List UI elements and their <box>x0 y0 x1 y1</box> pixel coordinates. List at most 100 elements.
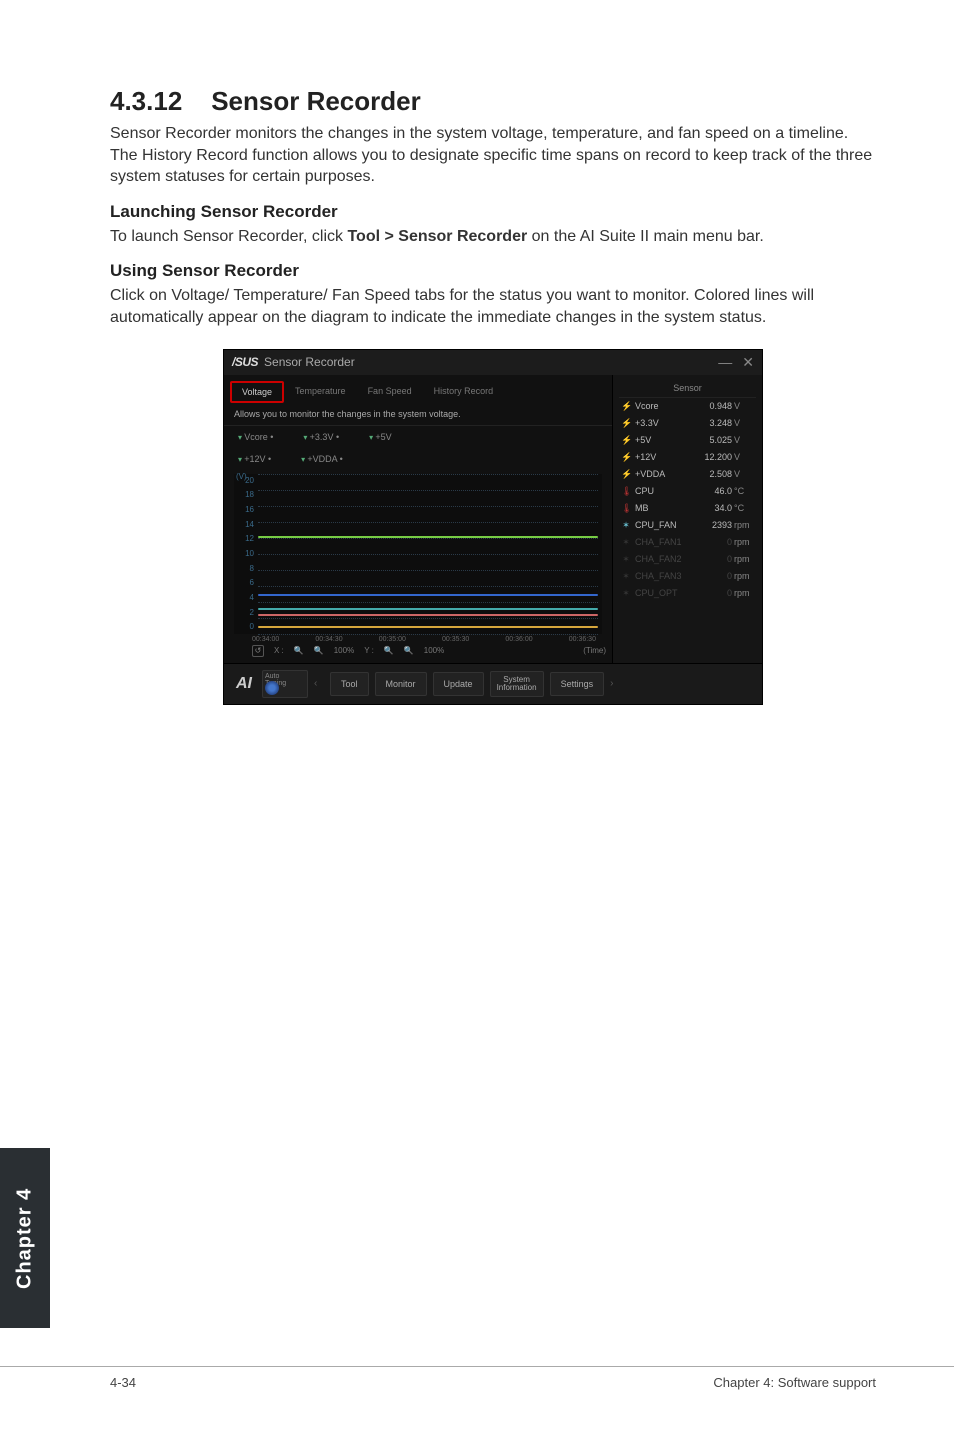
sensor-row: ⚡+12V12.200V <box>619 449 756 466</box>
sensor-unit: V <box>732 418 754 428</box>
sensor-row: ✶CHA_FAN30rpm <box>619 568 756 585</box>
sensor-type-icon: ⚡ <box>621 435 631 446</box>
sensor-unit: rpm <box>732 537 754 547</box>
zoom-controls: ↺ X : 🔍 🔍 100% Y : 🔍 🔍 100% (Time) <box>224 643 612 663</box>
series-line <box>258 536 598 538</box>
tab-description: Allows you to monitor the changes in the… <box>224 403 612 426</box>
using-heading: Using Sensor Recorder <box>110 261 876 281</box>
zoom-y-label: Y : <box>364 646 374 655</box>
y-tick: 18 <box>245 490 254 499</box>
tab-voltage[interactable]: Voltage <box>230 381 284 403</box>
section-number: 4.3.12 <box>110 86 182 116</box>
sensor-type-icon: ⚡ <box>621 469 631 480</box>
sensor-label: Vcore <box>631 401 700 411</box>
sensor-label: CPU <box>631 486 700 496</box>
ai-suite-bottom-bar: AI Auto Tuning ‹ Tool Monitor Update Sys… <box>224 663 762 704</box>
sensor-value: 0 <box>700 588 732 598</box>
sensor-row: ✶CPU_FAN2393rpm <box>619 517 756 534</box>
sensor-type-icon: ⚡ <box>621 401 631 412</box>
bottom-monitor-button[interactable]: Monitor <box>375 672 427 696</box>
toggle-5v[interactable]: +5V <box>369 432 392 442</box>
sensor-label: +VDDA <box>631 469 700 479</box>
y-tick: 8 <box>250 564 254 573</box>
series-line <box>258 626 598 628</box>
bottom-tool-button[interactable]: Tool <box>330 672 369 696</box>
bottom-settings-button[interactable]: Settings <box>550 672 605 696</box>
close-icon[interactable]: ✕ <box>742 354 754 371</box>
sensor-row: 🌡CPU46.0°C <box>619 483 756 500</box>
sensor-row: ⚡Vcore0.948V <box>619 398 756 415</box>
sensor-row: ✶CHA_FAN10rpm <box>619 534 756 551</box>
toggle-12v[interactable]: +12V • <box>238 454 271 464</box>
sensor-type-icon: 🌡 <box>621 503 631 514</box>
sensor-value: 2393 <box>700 520 732 530</box>
launch-bold: Tool > Sensor Recorder <box>347 228 527 245</box>
toggle-3v3[interactable]: +3.3V • <box>303 432 339 442</box>
y-tick: 12 <box>245 534 254 543</box>
sensor-unit: V <box>732 452 754 462</box>
zoom-x-out-icon[interactable]: 🔍 <box>314 646 324 655</box>
sensor-value: 3.248 <box>700 418 732 428</box>
sensor-label: CHA_FAN1 <box>631 537 700 547</box>
tab-temperature[interactable]: Temperature <box>284 381 357 403</box>
series-line <box>258 608 598 610</box>
sensor-value: 12.200 <box>700 452 732 462</box>
sensor-label: +12V <box>631 452 700 462</box>
y-tick: 16 <box>245 505 254 514</box>
ai-suite-logo: AI <box>232 675 256 693</box>
auto-tuning-knob-icon <box>265 681 279 695</box>
sensor-label: CHA_FAN2 <box>631 554 700 564</box>
using-paragraph: Click on Voltage/ Temperature/ Fan Speed… <box>110 285 876 328</box>
series-toggle-row-2: +12V • +VDDA • <box>224 448 612 470</box>
sensor-unit: rpm <box>732 520 754 530</box>
zoom-x-label: X : <box>274 646 284 655</box>
x-tick: 00:36:30 <box>569 636 596 643</box>
sensor-panel: Sensor ⚡Vcore0.948V⚡+3.3V3.248V⚡+5V5.025… <box>612 375 762 663</box>
bottom-update-button[interactable]: Update <box>433 672 484 696</box>
chapter-side-tab: Chapter 4 <box>0 1148 50 1328</box>
sensor-value: 0 <box>700 554 732 564</box>
auto-tuning-button[interactable]: Auto Tuning <box>262 670 308 698</box>
zoom-y-value: 100% <box>424 646 444 655</box>
series-toggle-row-1: Vcore • +3.3V • +5V <box>224 426 612 448</box>
toggle-vcore[interactable]: Vcore • <box>238 432 273 442</box>
sensor-label: CPU_OPT <box>631 588 700 598</box>
bottom-sysinfo-button[interactable]: System Information <box>490 671 544 697</box>
scroll-right-icon[interactable]: › <box>610 678 620 689</box>
scroll-left-icon[interactable]: ‹ <box>314 678 324 689</box>
sensor-type-icon: ✶ <box>621 571 631 582</box>
sensor-unit: rpm <box>732 588 754 598</box>
zoom-x-value: 100% <box>334 646 354 655</box>
sensor-value: 0.948 <box>700 401 732 411</box>
x-tick: 00:34:30 <box>315 636 342 643</box>
x-axis: 00:34:0000:34:3000:35:0000:35:3000:36:00… <box>224 634 612 643</box>
sensor-unit: V <box>732 469 754 479</box>
page-footer: 4-34 Chapter 4: Software support <box>0 1366 954 1390</box>
tab-history-record[interactable]: History Record <box>423 381 505 403</box>
zoom-x-in-icon[interactable]: 🔍 <box>294 646 304 655</box>
sensor-value: 2.508 <box>700 469 732 479</box>
y-tick: 20 <box>245 476 254 485</box>
sensor-row: 🌡MB34.0°C <box>619 500 756 517</box>
voltage-chart: (V) 20181614121086420 <box>234 474 602 634</box>
sensor-type-icon: 🌡 <box>621 486 631 497</box>
sensor-type-icon: ⚡ <box>621 418 631 429</box>
sensor-value: 5.025 <box>700 435 732 445</box>
minimize-icon[interactable]: — <box>718 354 732 371</box>
x-tick: 00:34:00 <box>252 636 279 643</box>
x-tick: 00:35:00 <box>379 636 406 643</box>
zoom-reset-icon[interactable]: ↺ <box>252 645 264 657</box>
sensor-unit: rpm <box>732 571 754 581</box>
tab-fan-speed[interactable]: Fan Speed <box>357 381 423 403</box>
zoom-y-in-icon[interactable]: 🔍 <box>384 646 394 655</box>
sensor-type-icon: ⚡ <box>621 452 631 463</box>
series-line <box>258 614 598 616</box>
sensor-type-icon: ✶ <box>621 537 631 548</box>
toggle-vdda[interactable]: +VDDA • <box>301 454 343 464</box>
footer-page-number: 4-34 <box>110 1375 136 1390</box>
y-tick: 6 <box>250 578 254 587</box>
sensor-row: ⚡+3.3V3.248V <box>619 415 756 432</box>
zoom-y-out-icon[interactable]: 🔍 <box>404 646 414 655</box>
sensor-value: 34.0 <box>700 503 732 513</box>
sensor-type-icon: ✶ <box>621 554 631 565</box>
